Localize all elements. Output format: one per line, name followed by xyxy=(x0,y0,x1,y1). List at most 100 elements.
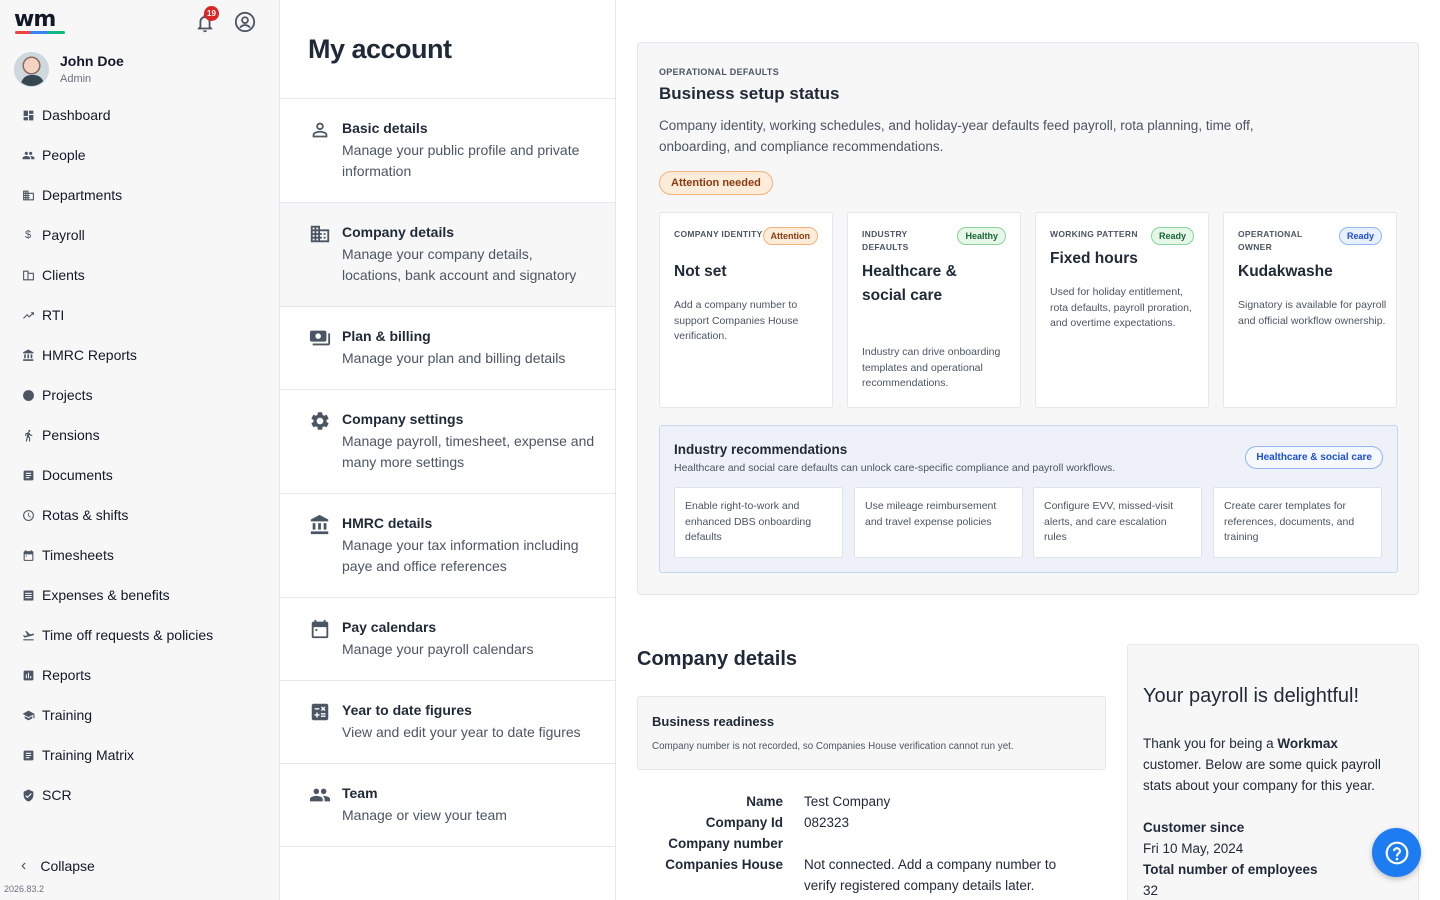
sidebar-item-label: Timesheets xyxy=(42,547,114,563)
page-title: My account xyxy=(308,34,452,64)
status-card-working-pattern: WORKING PATTERN Ready Fixed hours Used f… xyxy=(1035,212,1209,408)
sidebar-item-rti[interactable]: RTI xyxy=(0,295,279,335)
logo-text: wm xyxy=(14,7,56,32)
clients-icon xyxy=(21,268,35,282)
notification-count-badge: 19 xyxy=(204,6,219,21)
sidebar-item-pensions[interactable]: Pensions xyxy=(0,415,279,455)
detail-value: Test Company xyxy=(804,794,891,809)
status-badge: Attention xyxy=(762,227,818,245)
app-version: 2026.83.2 xyxy=(4,884,45,894)
account-menu: Basic details Manage your public profile… xyxy=(280,98,615,847)
sidebar-item-hmrc-reports[interactable]: HMRC Reports xyxy=(0,335,279,375)
sidebar: wm 19 John Doe Admin Dashboard People De… xyxy=(0,0,280,900)
sidebar-item-expenses[interactable]: Expenses & benefits xyxy=(0,575,279,615)
sidebar-item-projects[interactable]: Projects xyxy=(0,375,279,415)
menu-item-title: HMRC details xyxy=(342,515,433,531)
globe-icon xyxy=(21,388,35,402)
payroll-card-body: Thank you for being a Workmax customer. … xyxy=(1143,733,1398,796)
receipt-icon xyxy=(21,588,35,602)
user-name: John Doe xyxy=(60,53,124,69)
company-details-title: Company details xyxy=(637,648,798,670)
shield-icon xyxy=(21,788,35,802)
attention-status-badge: Attention needed xyxy=(659,171,773,195)
sidebar-item-training-matrix[interactable]: Training Matrix xyxy=(0,735,279,775)
recommendation-item: Configure EVV, missed-visit alerts, and … xyxy=(1033,487,1202,558)
setup-title: Business setup status xyxy=(659,84,840,103)
sidebar-item-clients[interactable]: Clients xyxy=(0,255,279,295)
menu-item-title: Basic details xyxy=(342,120,428,136)
sidebar-item-dashboard[interactable]: Dashboard xyxy=(0,95,279,135)
graduation-icon xyxy=(21,708,35,722)
menu-item-basic-details[interactable]: Basic details Manage your public profile… xyxy=(280,99,615,203)
payroll-body-suffix: customer. Below are some quick payroll s… xyxy=(1143,757,1381,793)
menu-item-pay-calendars[interactable]: Pay calendars Manage your payroll calend… xyxy=(280,598,615,681)
employees-label: Total number of employees xyxy=(1143,862,1318,877)
industry-tag[interactable]: Healthcare & social care xyxy=(1245,446,1383,469)
menu-item-company-details[interactable]: Company details Manage your company deta… xyxy=(280,203,615,307)
sidebar-item-label: Time off requests & policies xyxy=(42,627,214,643)
workmax-logo[interactable]: wm xyxy=(14,7,66,34)
detail-value xyxy=(804,833,1074,854)
status-card-value: Fixed hours xyxy=(1050,250,1138,267)
status-card-desc: Used for holiday entitlement, rota defau… xyxy=(1050,286,1192,329)
menu-item-desc: View and edit your year to date figures xyxy=(342,724,581,740)
industry-title: Industry recommendations xyxy=(674,442,848,457)
sidebar-item-reports[interactable]: Reports xyxy=(0,655,279,695)
menu-item-desc: Manage or view your team xyxy=(342,807,507,823)
sidebar-item-timesheets[interactable]: Timesheets xyxy=(0,535,279,575)
menu-item-year-to-date[interactable]: Year to date figures View and edit your … xyxy=(280,681,615,764)
employees-value: 32 xyxy=(1143,883,1159,898)
plane-icon xyxy=(21,628,35,642)
detail-value: Not connected. Add a company number to v… xyxy=(804,857,1057,893)
menu-item-company-settings[interactable]: Company settings Manage payroll, timeshe… xyxy=(280,390,615,494)
sidebar-item-time-off[interactable]: Time off requests & policies xyxy=(0,615,279,655)
menu-item-desc: Manage your tax information including pa… xyxy=(342,537,579,574)
payroll-stats: Customer since Fri 10 May, 2024 Total nu… xyxy=(1143,817,1318,900)
sidebar-item-label: Pensions xyxy=(42,427,100,443)
logo-underline xyxy=(15,31,65,34)
payroll-body-prefix: Thank you for being a xyxy=(1143,736,1278,751)
collapse-label: Collapse xyxy=(40,858,95,874)
readiness-title: Business readiness xyxy=(652,714,775,729)
menu-item-hmrc-details[interactable]: HMRC details Manage your tax information… xyxy=(280,494,615,598)
people-icon xyxy=(21,148,35,162)
recommendation-item: Create carer templates for references, d… xyxy=(1213,487,1382,558)
detail-value: 082323 xyxy=(804,815,850,830)
menu-item-desc: Manage payroll, timesheet, expense and m… xyxy=(342,433,595,470)
sidebar-item-departments[interactable]: Departments xyxy=(0,175,279,215)
sidebar-item-payroll[interactable]: $ Payroll xyxy=(0,215,279,255)
industry-recommendations: Industry recommendations Healthcare and … xyxy=(659,425,1398,573)
menu-item-plan-billing[interactable]: Plan & billing Manage your plan and bill… xyxy=(280,307,615,390)
sidebar-nav: Dashboard People Departments $ Payroll Cl… xyxy=(0,95,279,815)
sidebar-item-label: Dashboard xyxy=(42,107,111,123)
menu-item-team[interactable]: Team Manage or view your team xyxy=(280,764,615,847)
account-menu-panel: My account Basic details Manage your pub… xyxy=(280,0,616,900)
menu-item-title: Plan & billing xyxy=(342,328,431,344)
status-card-industry-defaults: INDUSTRY DEFAULTS Healthy Healthcare & s… xyxy=(847,212,1021,408)
recommendation-item: Use mileage reimbursement and travel exp… xyxy=(854,487,1023,558)
sidebar-item-training[interactable]: Training xyxy=(0,695,279,735)
industry-subtitle: Healthcare and social care defaults can … xyxy=(674,462,1116,474)
status-card-value: Healthcare & social care xyxy=(862,263,957,304)
menu-item-desc: Manage your plan and billing details xyxy=(342,350,566,366)
sidebar-item-rotas-shifts[interactable]: Rotas & shifts xyxy=(0,495,279,535)
sidebar-item-scr[interactable]: SCR xyxy=(0,775,279,815)
chart-icon xyxy=(21,668,35,682)
gear-icon xyxy=(309,410,331,432)
chevron-left-icon: ‹ xyxy=(21,857,27,874)
help-button[interactable] xyxy=(1372,828,1421,877)
sidebar-item-label: Departments xyxy=(42,187,123,203)
payroll-card-title: Your payroll is delightful! xyxy=(1143,685,1360,707)
status-card-value: Kudakwashe xyxy=(1238,263,1333,280)
status-card-eyebrow: COMPANY IDENTITY xyxy=(674,229,763,239)
detail-row: Company Id 082323 xyxy=(637,812,1106,833)
company-details-list: Name Test Company Company Id 082323 Compan… xyxy=(637,791,1106,896)
customer-since-label: Customer since xyxy=(1143,820,1245,835)
collapse-button[interactable]: ‹ Collapse xyxy=(21,857,95,875)
account-circle-icon[interactable] xyxy=(234,11,256,33)
status-card-desc: Signatory is available for payroll and o… xyxy=(1238,299,1387,327)
dashboard-icon xyxy=(21,108,35,122)
sidebar-item-documents[interactable]: Documents xyxy=(0,455,279,495)
status-card-operational-owner: OPERATIONAL OWNER Ready Kudakwashe Signa… xyxy=(1223,212,1397,408)
sidebar-item-people[interactable]: People xyxy=(0,135,279,175)
